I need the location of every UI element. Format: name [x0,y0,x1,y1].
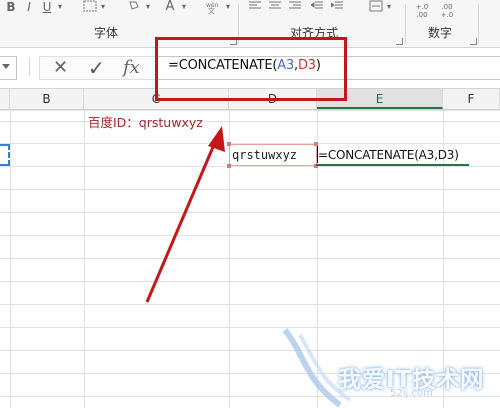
annotation-arrow [145,126,225,303]
watermark-url: 52ij.com [390,388,433,399]
